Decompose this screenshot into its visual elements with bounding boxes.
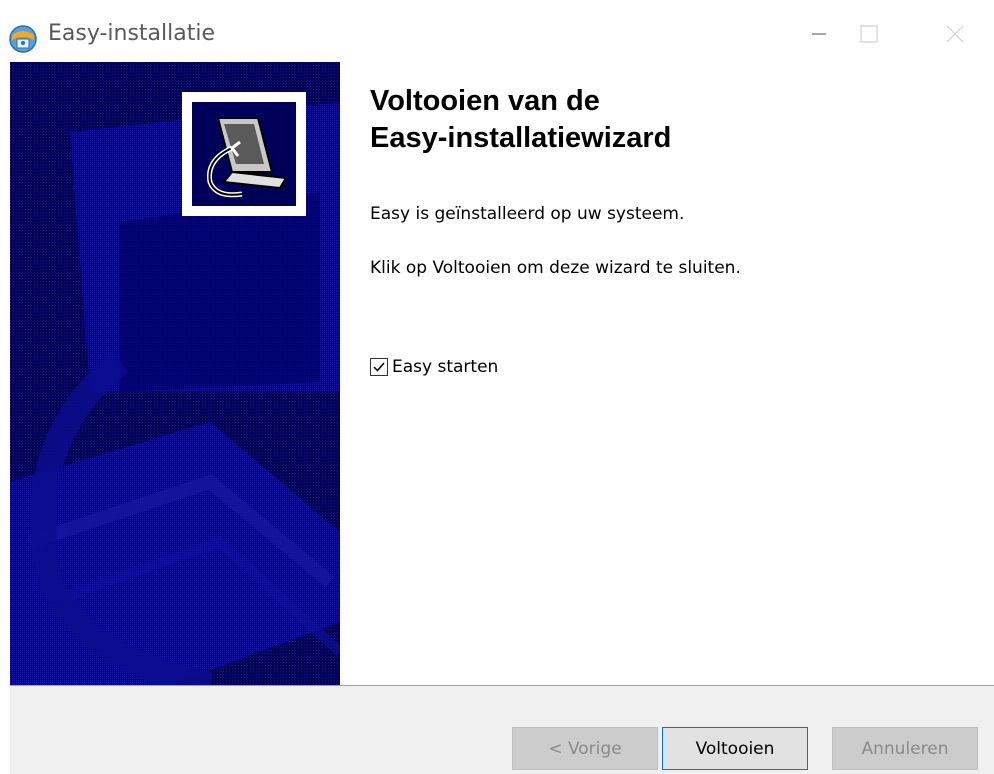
- wizard-heading: Voltooien van de Easy-installatiewizard: [370, 85, 672, 154]
- wizard-banner-image: [10, 62, 340, 685]
- finish-instruction: Klik op Voltooien om deze wizard te slui…: [370, 258, 741, 278]
- launch-checkbox-label[interactable]: Easy starten: [392, 357, 498, 377]
- title-bar: Easy-installatie: [0, 0, 994, 62]
- close-button[interactable]: [932, 14, 978, 54]
- finish-button[interactable]: Voltooien: [662, 727, 808, 770]
- window-title: Easy-installatie: [48, 21, 216, 46]
- maximize-button[interactable]: [846, 14, 892, 54]
- launch-checkbox[interactable]: [370, 358, 388, 376]
- back-button[interactable]: < Vorige: [512, 727, 658, 770]
- installer-app-icon: [8, 24, 38, 54]
- minimize-icon: [812, 33, 826, 35]
- maximize-icon: [860, 25, 878, 43]
- minimize-button[interactable]: [796, 14, 842, 54]
- background-window-strip: [0, 0, 994, 6]
- launch-checkbox-row[interactable]: Easy starten: [370, 357, 498, 377]
- cancel-button[interactable]: Annuleren: [832, 727, 978, 770]
- close-icon: [946, 25, 964, 43]
- checkmark-icon: [373, 362, 385, 372]
- installed-message: Easy is geïnstalleerd op uw systeem.: [370, 204, 685, 224]
- computer-install-icon: [182, 92, 306, 216]
